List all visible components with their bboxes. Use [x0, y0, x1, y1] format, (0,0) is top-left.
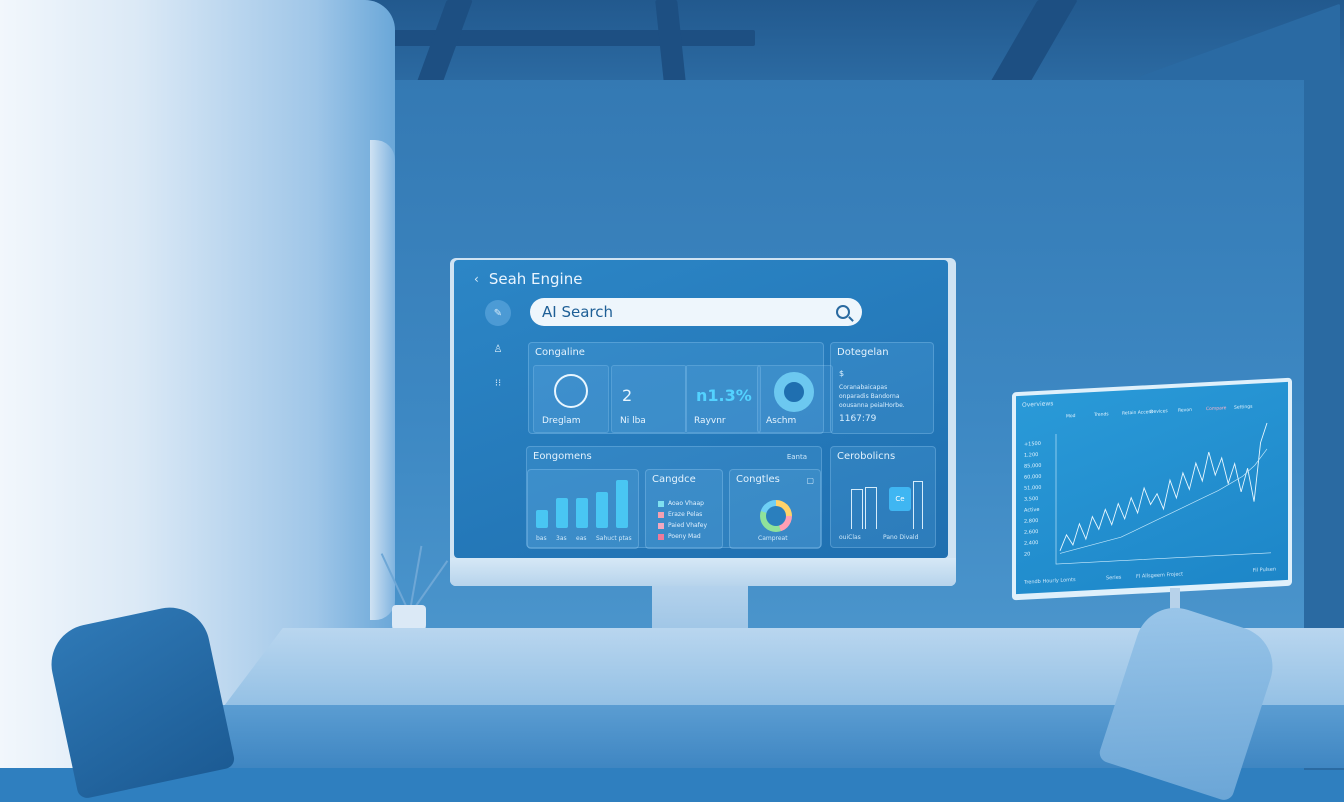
series-line-trend: [1059, 448, 1268, 554]
category-card[interactable]: n1.3% Rayvnr: [685, 365, 761, 433]
y-tick-label: 3,500: [1024, 496, 1038, 503]
y-tick-label: 1,200: [1024, 452, 1038, 459]
legend-title: Cangdce: [652, 474, 696, 485]
completion-panel: Congtles ▢ Campreat: [729, 469, 821, 549]
bar-chart: bas 3as eas Sahuct ptas: [527, 469, 639, 549]
legend-item: Eraze Pelas: [658, 511, 702, 518]
details-panel: Dotegelan $ Coranabaicapas onparadis Ban…: [830, 342, 934, 434]
side-tab: Mod: [1066, 413, 1076, 420]
x-label: ouiClas: [839, 534, 861, 541]
bar: [596, 492, 608, 528]
detail-value: 1167:79: [839, 414, 877, 424]
bar: [556, 498, 568, 528]
card-label: Ni lba: [620, 416, 646, 426]
categories-panel: Congaline Dreglam 2 Ni lba n1.3% Rayvnr …: [528, 342, 833, 434]
wave-chart-icon: 2: [622, 386, 633, 405]
side-monitor: Overviews +1500 1,200 85,000 60,000 51,000 3,…: [1012, 377, 1292, 601]
grid-icon: ⁝⁝: [494, 377, 502, 389]
compositions-panel: Cerobolicns Ce ouiClas Pano Divald: [830, 446, 936, 548]
card-label: Aschm: [766, 416, 797, 426]
dollar-icon: $: [839, 369, 845, 378]
back-chevron-icon[interactable]: ‹: [474, 272, 479, 286]
network-globe-icon: [554, 374, 588, 408]
y-tick-label: 51,000: [1024, 485, 1041, 492]
legend-panel: Cangdce Aoao Vhaap Eraze Pelas Paied Vha…: [645, 469, 723, 549]
user-icon: ♙: [493, 343, 503, 355]
legend-item: Poeny Mad: [658, 533, 701, 540]
app-title: Seah Engine: [488, 270, 583, 288]
filter-dropdown[interactable]: Eanta: [787, 453, 807, 461]
side-tab: Revon: [1178, 407, 1192, 414]
bar-label: 3as: [556, 535, 567, 542]
y-tick-label: Active: [1024, 507, 1039, 514]
bar: [536, 510, 548, 528]
sidebar-item-pen[interactable]: ✎: [485, 300, 511, 326]
monitor-stand: [652, 586, 748, 634]
side-tab: Compare: [1206, 405, 1227, 412]
y-tick-label: 2,600: [1024, 529, 1038, 536]
chart-axis: [1055, 434, 1271, 565]
side-tab: Trends: [1093, 411, 1109, 418]
detail-line: onparadis Bandorna: [839, 393, 900, 400]
completion-ring: [760, 500, 792, 532]
highlight-badge[interactable]: Ce: [889, 487, 911, 511]
search-input[interactable]: AI Search: [530, 298, 862, 326]
category-card[interactable]: 2 Ni lba: [611, 365, 687, 433]
series-line-primary: [1059, 422, 1268, 551]
detail-line: oousanna peialHorbe.: [839, 402, 905, 409]
legend-item: Paied Vhafey: [658, 522, 707, 529]
side-tab: Settings: [1234, 404, 1253, 411]
footer-label: Series: [1106, 574, 1122, 582]
app-header: ‹ Seah Engine: [474, 270, 582, 288]
categories-title: Congaline: [535, 347, 585, 358]
search-value: AI Search: [542, 303, 613, 321]
side-tab: Devices: [1150, 408, 1168, 415]
x-label: Pano Divald: [883, 534, 919, 541]
bar: [616, 480, 628, 528]
y-tick-label: +1500: [1024, 441, 1041, 448]
completion-title: Congtles: [736, 474, 780, 485]
main-monitor: ‹ Seah Engine ✎ ♙ ⁝⁝ AI Search Congaline…: [450, 258, 956, 586]
donut-icon: [774, 372, 814, 412]
category-card[interactable]: Dreglam: [533, 365, 609, 433]
card-value: n1.3%: [696, 386, 752, 405]
bar-label: bas: [536, 535, 547, 542]
footer-label: Fil Pulsen: [1252, 566, 1276, 574]
detail-line: Coranabaicapas: [839, 384, 888, 391]
ring-label: Campreat: [758, 535, 788, 542]
side-screen: Overviews +1500 1,200 85,000 60,000 51,000 3,…: [1016, 381, 1288, 595]
card-label: Dreglam: [542, 416, 581, 426]
compositions-title: Cerobolicns: [837, 451, 896, 462]
bar: [576, 498, 588, 528]
sidebar-item-user[interactable]: ♙: [485, 336, 511, 362]
bar-label: eas: [576, 535, 587, 542]
chart-bar: [865, 487, 877, 529]
legend-item: Aoao Vhaap: [658, 500, 704, 507]
card-label: Rayvnr: [694, 416, 726, 426]
bar-label: Sahuct ptas: [596, 535, 632, 542]
category-card[interactable]: Aschm: [757, 365, 833, 433]
chart-bar: [913, 481, 923, 529]
components-panel: Eongomens Eanta bas 3as eas Sahuct ptas Can…: [526, 446, 822, 549]
note-icon[interactable]: ▢: [806, 476, 814, 485]
y-tick-label: 85,000: [1024, 463, 1041, 470]
y-tick-label: 2,800: [1024, 518, 1038, 525]
side-line-chart: +1500 1,200 85,000 60,000 51,000 3,500 Active 2…: [1024, 404, 1271, 565]
y-tick-label: 60,000: [1024, 474, 1041, 481]
pen-icon: ✎: [493, 307, 503, 319]
y-tick-label: 20: [1024, 551, 1030, 557]
search-icon[interactable]: [836, 305, 850, 319]
window-frame: [370, 140, 395, 620]
components-title: Eongomens: [533, 451, 592, 462]
main-screen: ‹ Seah Engine ✎ ♙ ⁝⁝ AI Search Congaline…: [454, 260, 948, 558]
sidebar-item-grid[interactable]: ⁝⁝: [485, 370, 511, 396]
chart-bar: [851, 489, 863, 529]
y-tick-label: 2,400: [1024, 540, 1038, 547]
details-title: Dotegelan: [837, 347, 889, 358]
monitor-chin: [450, 558, 956, 586]
